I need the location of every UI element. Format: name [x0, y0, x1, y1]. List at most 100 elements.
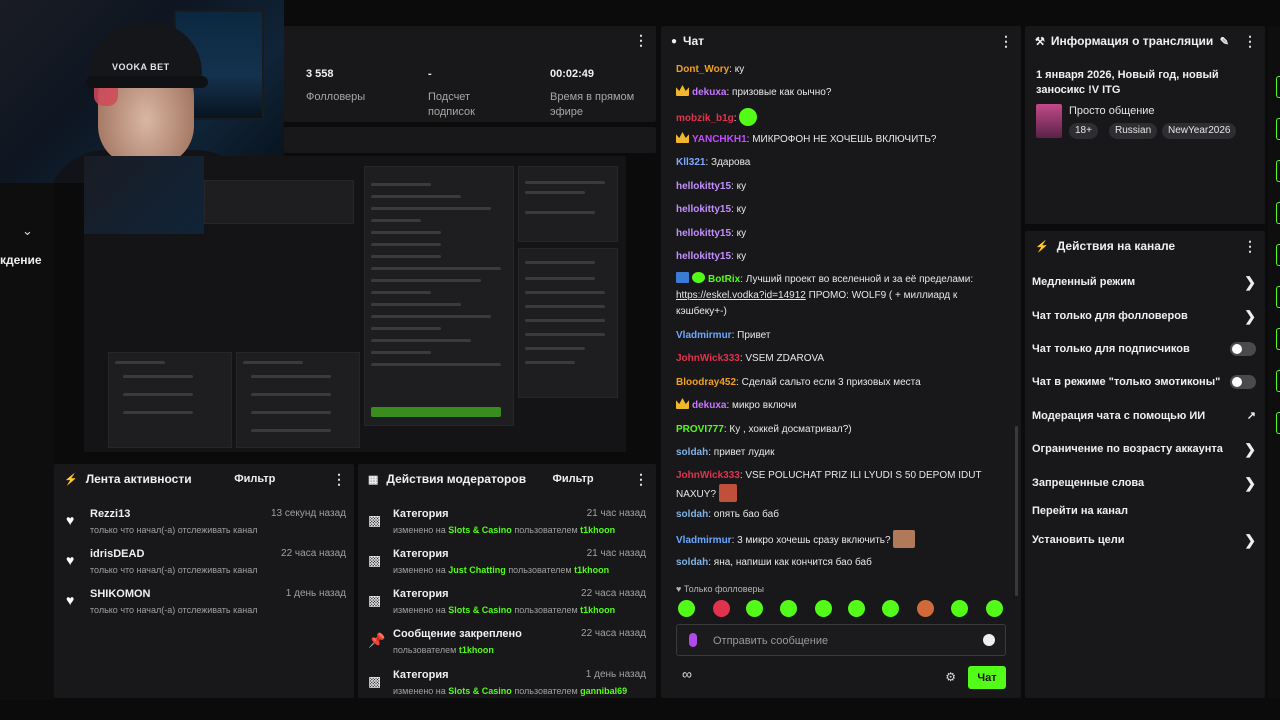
chat-username[interactable]: hellokitty15 — [676, 204, 731, 215]
channel-actions-more-icon[interactable]: ⋮ — [1243, 238, 1257, 255]
stream-info-more-icon[interactable]: ⋮ — [1243, 33, 1257, 50]
microphone-icon[interactable] — [689, 633, 697, 647]
chat-username[interactable]: hellokitty15 — [676, 228, 731, 239]
emoji-icon[interactable] — [983, 634, 995, 646]
chat-username[interactable]: hellokitty15 — [676, 181, 731, 192]
mod-desc-category[interactable]: Just Chatting — [448, 565, 506, 575]
chat-username[interactable]: JohnWick333 — [676, 470, 740, 481]
mod-desc-category[interactable]: Slots & Casino — [448, 525, 512, 535]
tag-chip[interactable]: 18+ — [1069, 123, 1098, 139]
chat-username[interactable]: Bloodray452 — [676, 377, 736, 388]
chat-send-button[interactable]: Чат — [968, 666, 1006, 689]
channel-action-item[interactable]: Запрещенные слова ❯ — [1032, 473, 1258, 493]
channel-action-item[interactable]: Чат в режиме "только эмотиконы" — [1032, 372, 1258, 392]
chat-message-input[interactable] — [713, 631, 963, 651]
mod-desc-by: пользователем — [514, 686, 578, 696]
stream-category[interactable]: Просто общение — [1069, 105, 1155, 117]
gear-icon[interactable]: ⚙ — [945, 670, 956, 684]
crown-badge-icon — [676, 132, 689, 143]
mod-desc-user[interactable]: t1khoon — [574, 565, 609, 575]
stats-panel: ⋮ 3 558 Фолловеры - Подсчет подписок 00:… — [284, 26, 656, 122]
tag-chip[interactable]: NewYear2026 — [1162, 123, 1237, 139]
mod-more-icon[interactable]: ⋮ — [634, 471, 648, 488]
mod-filter-button[interactable]: Фильтр — [553, 473, 594, 485]
chat-username[interactable]: Vladmirmur — [676, 535, 732, 546]
chat-username[interactable]: soldah — [676, 557, 708, 568]
toggle-switch[interactable] — [1230, 342, 1256, 356]
activity-title: Лента активности — [85, 472, 192, 486]
mod-desc-user[interactable]: t1khoon — [459, 645, 494, 655]
chevron-down-icon[interactable]: ⌄ — [22, 223, 33, 239]
chat-bubble-icon: ● — [671, 35, 678, 47]
mod-desc-category[interactable]: Slots & Casino — [448, 686, 512, 696]
chevron-right-icon: ❯ — [1244, 532, 1256, 548]
emote-button[interactable] — [951, 600, 968, 617]
tag-chip[interactable]: Russian — [1109, 123, 1158, 139]
channel-action-item[interactable]: Модерация чата с помощью ИИ ↗ — [1032, 406, 1258, 426]
emote-button[interactable] — [746, 600, 763, 617]
channel-action-item[interactable]: Чат только для подписчиков — [1032, 339, 1258, 359]
channel-action-item[interactable]: Установить цели ❯ — [1032, 530, 1258, 550]
channel-action-item[interactable]: Перейти на канал — [1032, 501, 1258, 521]
toggle-switch[interactable] — [1230, 375, 1256, 389]
preview-webcam — [84, 156, 204, 234]
chat-username[interactable]: JohnWick333 — [676, 353, 740, 364]
emote-button[interactable] — [917, 600, 934, 617]
chat-username[interactable]: BotRix — [708, 274, 740, 285]
chat-username[interactable]: hellokitty15 — [676, 251, 731, 262]
channel-action-label: Запрещенные слова — [1032, 477, 1145, 489]
channel-action-item[interactable]: Чат только для фолловеров ❯ — [1032, 306, 1258, 326]
chat-username[interactable]: soldah — [676, 447, 708, 458]
crown-badge-icon — [676, 398, 689, 409]
channel-action-item[interactable]: Медленный режим ❯ — [1032, 272, 1258, 292]
chat-username[interactable]: dekuxa — [692, 400, 726, 411]
activity-user[interactable]: SHIKOMON — [90, 588, 151, 600]
chat-username[interactable]: mobzik_b1g — [676, 113, 734, 124]
activity-user[interactable]: idrisDEAD — [90, 548, 144, 560]
chat-username[interactable]: Kll321 — [676, 157, 705, 168]
mod-desc-category[interactable]: Slots & Casino — [448, 605, 512, 615]
chat-message: Bloodray452: Сделай сальто если 3 призов… — [676, 377, 921, 388]
emote-button[interactable] — [815, 600, 832, 617]
live-time-stat: 00:02:49 Время в прямом эфире — [550, 68, 650, 120]
emote-button[interactable] — [678, 600, 695, 617]
chat-username[interactable]: Vladmirmur — [676, 330, 732, 341]
chat-text: ку — [736, 251, 747, 262]
mod-action-time: 1 день назад — [585, 669, 646, 680]
stream-preview[interactable] — [84, 156, 626, 452]
mod-action-time: 21 час назад — [586, 508, 646, 519]
chat-link[interactable]: https://eskel.vodka?id=14912 — [676, 290, 806, 301]
infinity-icon[interactable]: ∞ — [682, 666, 692, 682]
mod-desc-user[interactable]: t1khoon — [580, 525, 615, 535]
channel-actions-panel: ⚡ Действия на канале ⋮ Медленный режим ❯ Ч… — [1025, 231, 1265, 698]
chat-username[interactable]: soldah — [676, 509, 708, 520]
channel-action-label: Чат только для подписчиков — [1032, 343, 1190, 355]
activity-user[interactable]: Rezzi13 — [90, 508, 130, 520]
chat-text: Лучший проект во вселенной и за её преде… — [745, 274, 974, 285]
chat-message: JohnWick333: VSE POLUCHAT PRIZ ILI LYUDI… — [676, 470, 982, 502]
emote-button[interactable] — [713, 600, 730, 617]
chat-username[interactable]: dekuxa — [692, 87, 726, 98]
chat-username[interactable]: Dont_Wory — [676, 64, 729, 75]
emote-button[interactable] — [848, 600, 865, 617]
chat-username[interactable]: YANCHKH1 — [692, 134, 747, 145]
more-options-icon[interactable]: ⋮ — [634, 32, 648, 49]
edit-pencil-icon[interactable]: ✎ — [1220, 35, 1229, 48]
emote-button[interactable] — [882, 600, 899, 617]
followers-label: Фолловеры — [306, 91, 366, 103]
chat-username[interactable]: PROVI777 — [676, 424, 724, 435]
emote-button[interactable] — [780, 600, 797, 617]
pin-icon: 📌 — [368, 632, 386, 648]
mod-desc-user[interactable]: gannibal69 — [580, 686, 627, 696]
emote-button[interactable] — [986, 600, 1003, 617]
subs-stat: - Подсчет подписок — [428, 68, 508, 120]
chat-message: hellokitty15: ку — [676, 228, 747, 239]
chat-more-icon[interactable]: ⋮ — [999, 33, 1013, 50]
activity-filter-button[interactable]: Фильтр — [234, 473, 275, 485]
mod-action-desc: изменено на Slots & Casino пользователем… — [393, 605, 615, 615]
mod-desc-user[interactable]: t1khoon — [580, 605, 615, 615]
chat-scrollbar[interactable] — [1015, 426, 1018, 596]
activity-more-icon[interactable]: ⋮ — [332, 471, 346, 488]
chat-input-box[interactable] — [676, 624, 1006, 656]
channel-action-item[interactable]: Ограничение по возрасту аккаунта ❯ — [1032, 439, 1258, 459]
